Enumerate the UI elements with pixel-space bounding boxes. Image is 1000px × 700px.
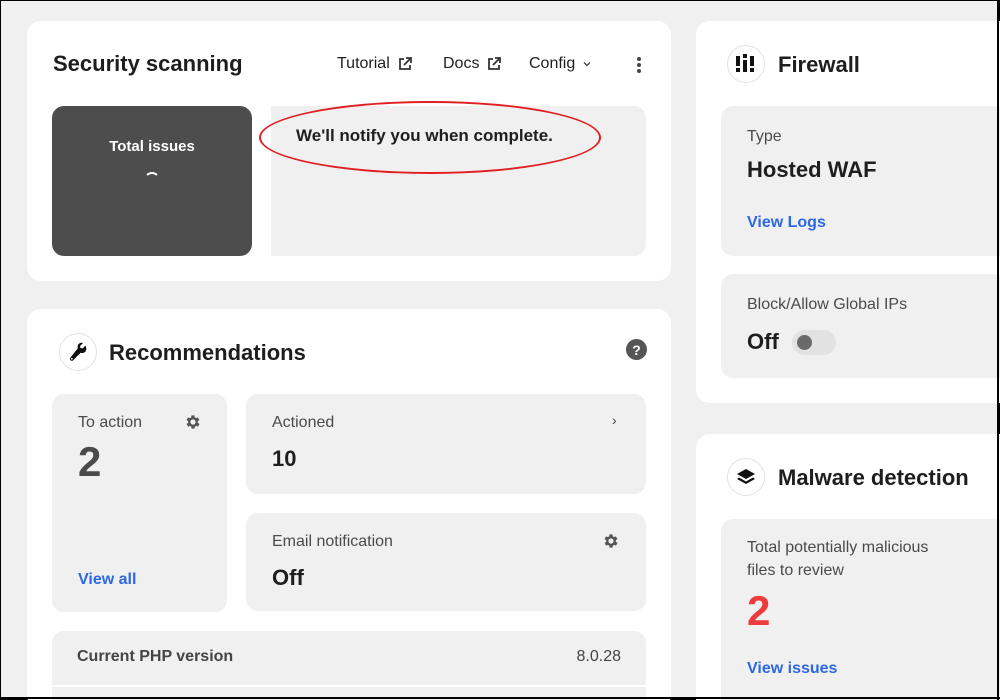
layers-icon <box>727 458 765 496</box>
firewall-title: Firewall <box>778 52 860 77</box>
help-icon[interactable]: ? <box>626 339 647 360</box>
email-notification-tile: Email notification Off <box>246 513 646 611</box>
actioned-count: 10 <box>272 446 297 471</box>
firewall-icon <box>727 45 765 83</box>
global-ips-value: Off <box>747 329 779 354</box>
firewall-type-tile: Type Hosted WAF View Logs <box>721 106 1000 256</box>
scan-status-message: We'll notify you when complete. <box>296 126 553 145</box>
tutorial-link[interactable]: Tutorial <box>337 55 412 73</box>
firewall-type-label: Type <box>747 128 782 145</box>
loading-spinner-icon <box>144 172 160 188</box>
scan-status-tile: We'll notify you when complete. <box>271 106 646 256</box>
actioned-label: Actioned <box>272 414 335 431</box>
screen-border <box>1 697 1000 699</box>
malware-detection-title: Malware detection <box>778 465 969 490</box>
security-scanning-title: Security scanning <box>53 51 243 76</box>
security-scanning-card: Security scanning Tutorial Docs Config T… <box>27 21 671 281</box>
php-version-value: 8.0.28 <box>576 648 621 665</box>
malicious-files-label-line1: Total potentially malicious <box>747 539 929 556</box>
view-issues-link[interactable]: View issues <box>747 660 837 678</box>
global-ips-tile: Block/Allow Global IPs Off <box>721 274 1000 378</box>
recommendations-title: Recommendations <box>109 340 306 365</box>
to-action-count: 2 <box>78 438 102 485</box>
global-ips-toggle[interactable] <box>792 330 836 355</box>
to-action-label: To action <box>78 414 143 431</box>
firewall-type-value: Hosted WAF <box>747 157 877 182</box>
email-notification-label: Email notification <box>272 533 393 550</box>
php-version-row: Current PHP version 8.0.28 <box>52 631 646 685</box>
recommendations-card: Recommendations ? To action 2 View all A… <box>27 309 671 700</box>
malicious-files-label-line2: files to review <box>747 562 844 579</box>
docs-label: Docs <box>443 55 480 72</box>
malicious-files-tile: Total potentially malicious files to rev… <box>721 519 1000 700</box>
config-label: Config <box>529 55 576 72</box>
view-logs-link[interactable]: View Logs <box>747 214 826 232</box>
php-version-label: Current PHP version <box>77 648 234 665</box>
total-issues-tile: Total issues <box>52 106 252 256</box>
actioned-tile[interactable]: Actioned › 10 <box>246 394 646 494</box>
gear-icon[interactable] <box>602 532 620 550</box>
chevron-right-icon: › <box>612 412 617 428</box>
total-issues-label: Total issues <box>109 138 195 155</box>
tutorial-label: Tutorial <box>337 55 390 72</box>
config-dropdown[interactable]: Config <box>529 55 591 73</box>
docs-link[interactable]: Docs <box>443 55 502 73</box>
chevron-down-icon <box>583 62 591 67</box>
screen-border <box>997 1 999 700</box>
global-ips-label: Block/Allow Global IPs <box>747 296 908 313</box>
wrench-icon <box>59 333 97 371</box>
to-action-tile: To action 2 View all <box>52 394 227 612</box>
kebab-menu-icon[interactable] <box>633 55 645 75</box>
malicious-files-count: 2 <box>747 587 771 634</box>
gear-icon[interactable] <box>184 413 202 431</box>
view-all-link[interactable]: View all <box>78 571 136 589</box>
external-link-icon <box>398 57 412 70</box>
external-link-icon <box>488 57 502 70</box>
email-notification-value: Off <box>272 565 304 590</box>
firewall-card: Firewall Type Hosted WAF View Logs Block… <box>696 21 1000 403</box>
malware-detection-card: Malware detection Total potentially mali… <box>696 434 1000 700</box>
